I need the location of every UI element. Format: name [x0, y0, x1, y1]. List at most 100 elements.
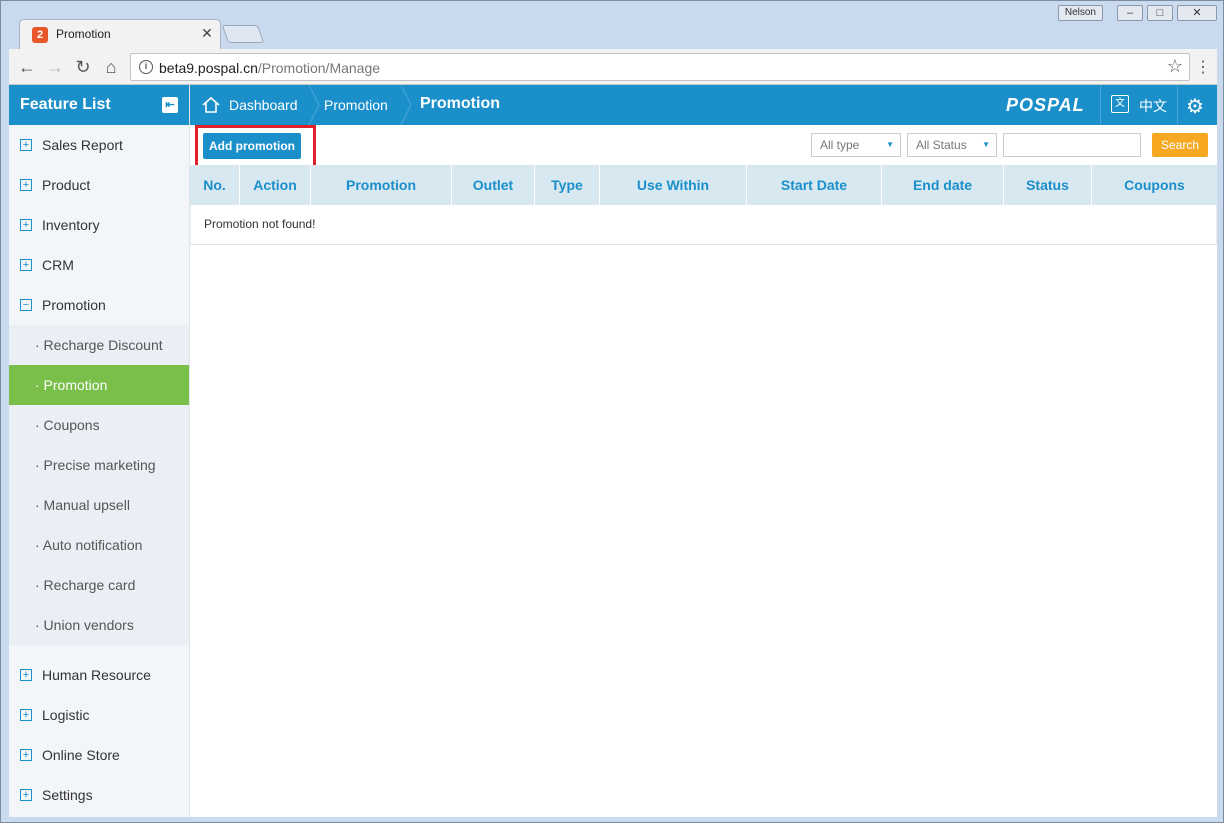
top-nav-bar: Dashboard Promotion Promotion POSPAL 文 中… — [190, 85, 1217, 125]
pospal-logo: POSPAL — [1006, 95, 1085, 115]
breadcrumb-dashboard[interactable]: Dashboard — [229, 97, 298, 113]
sidebar-item-label: CRM — [42, 257, 74, 273]
collapse-sidebar-icon[interactable]: ⇤ — [162, 97, 178, 113]
tab-close-icon[interactable]: ✕ — [198, 25, 216, 42]
type-filter-value: All type — [820, 138, 860, 152]
status-filter-value: All Status — [916, 138, 967, 152]
profile-badge[interactable]: Nelson — [1057, 5, 1103, 21]
close-window-button[interactable]: ✕ — [1177, 5, 1217, 21]
submenu-item-recharge-discount[interactable]: · Recharge Discount — [9, 325, 189, 365]
sidebar-item-settings[interactable]: + Settings — [9, 775, 189, 815]
sidebar-item-label: Inventory — [42, 217, 100, 233]
submenu-item-precise-marketing[interactable]: · Precise marketing — [9, 445, 189, 485]
title-bar: 2 Promotion ✕ Nelson – □ ✕ — [9, 1, 1217, 49]
sidebar-item-label: Promotion — [42, 297, 106, 313]
minimize-button[interactable]: – — [1117, 5, 1143, 21]
sidebar-item-product[interactable]: + Product — [9, 165, 189, 205]
plus-icon: + — [20, 669, 32, 681]
page-title: Promotion — [420, 95, 500, 112]
plus-icon: + — [20, 709, 32, 721]
type-filter-select[interactable]: All type ▼ — [811, 133, 901, 157]
browser-window: 2 Promotion ✕ Nelson – □ ✕ ← → ↻ ⌂ i bet… — [0, 0, 1224, 823]
submenu-item-label: · Union vendors — [35, 617, 134, 633]
window-controls: Nelson – □ ✕ — [1057, 5, 1217, 23]
tab-title: Promotion — [56, 27, 111, 41]
submenu-item-coupons[interactable]: · Coupons — [9, 405, 189, 445]
sidebar-spacer — [9, 645, 189, 655]
submenu-item-label: · Promotion — [35, 377, 108, 393]
empty-message: Promotion not found! — [204, 217, 316, 231]
submenu-item-manual-upsell[interactable]: · Manual upsell — [9, 485, 189, 525]
column-header: No. — [190, 165, 240, 205]
reload-icon[interactable]: ↻ — [71, 55, 95, 79]
browser-chrome: 2 Promotion ✕ Nelson – □ ✕ ← → ↻ ⌂ i bet… — [9, 1, 1217, 85]
column-header: Start Date — [747, 165, 882, 205]
sidebar-item-sales-report[interactable]: + Sales Report — [9, 125, 189, 165]
breadcrumb-separator — [400, 85, 412, 125]
sidebar-item-label: Product — [42, 177, 91, 193]
submenu-item-label: · Precise marketing — [35, 457, 156, 473]
submenu-item-recharge-card[interactable]: · Recharge card — [9, 565, 189, 605]
language-switch[interactable]: 文 中文 — [1100, 85, 1178, 125]
submenu-item-label: · Manual upsell — [35, 497, 130, 513]
address-bar[interactable]: i beta9.pospal.cn/Promotion/Manage ☆ — [130, 53, 1190, 81]
breadcrumb-promotion[interactable]: Promotion — [324, 97, 388, 113]
plus-icon: + — [20, 139, 32, 151]
info-icon[interactable]: i — [139, 60, 153, 74]
web-page: Feature List ⇤ + Sales Report + Product + I… — [9, 85, 1217, 817]
browser-menu-icon[interactable]: ⋮ — [1195, 57, 1211, 77]
home-button-icon[interactable]: ⌂ — [99, 55, 123, 79]
column-header: End date — [882, 165, 1004, 205]
submenu-item-label: · Recharge card — [35, 577, 136, 593]
sidebar-header: Feature List ⇤ — [9, 85, 189, 125]
sidebar-item-label: Human Resource — [42, 667, 151, 683]
sidebar-item-human-resource[interactable]: + Human Resource — [9, 655, 189, 695]
bookmark-star-icon[interactable]: ☆ — [1167, 56, 1183, 77]
status-filter-select[interactable]: All Status ▼ — [907, 133, 997, 157]
plus-icon: + — [20, 749, 32, 761]
browser-tab[interactable]: 2 Promotion ✕ — [19, 19, 221, 49]
add-promotion-button[interactable]: Add promotion — [203, 133, 301, 159]
plus-icon: + — [20, 259, 32, 271]
forward-arrow-icon[interactable]: → — [43, 55, 67, 79]
plus-icon: + — [20, 219, 32, 231]
submenu-item-auto-notification[interactable]: · Auto notification — [9, 525, 189, 565]
submenu-item-label: · Auto notification — [35, 537, 143, 553]
column-header: Promotion — [311, 165, 452, 205]
sidebar-item-label: Sales Report — [42, 137, 123, 153]
sidebar-item-crm[interactable]: + CRM — [9, 245, 189, 285]
search-input[interactable] — [1003, 133, 1141, 157]
column-header: Action — [240, 165, 311, 205]
table-header: No. Action Promotion Outlet Type Use Wit… — [190, 165, 1217, 205]
back-arrow-icon[interactable]: ← — [15, 55, 39, 79]
sidebar-item-label: Settings — [42, 787, 93, 803]
column-header: Status — [1004, 165, 1092, 205]
pospal-favicon-icon: 2 — [32, 27, 48, 43]
submenu-item-label: · Recharge Discount — [35, 337, 163, 353]
sidebar-item-logistic[interactable]: + Logistic — [9, 695, 189, 735]
browser-toolbar: ← → ↻ ⌂ i beta9.pospal.cn/Promotion/Mana… — [9, 49, 1217, 85]
sidebar-item-inventory[interactable]: + Inventory — [9, 205, 189, 245]
submenu-item-union-vendors[interactable]: · Union vendors — [9, 605, 189, 645]
new-tab-button[interactable] — [221, 25, 265, 43]
caret-down-icon: ▼ — [886, 140, 894, 149]
sidebar-item-label: Online Store — [42, 747, 120, 763]
column-header: Type — [535, 165, 600, 205]
language-label: 中文 — [1139, 98, 1167, 114]
promotion-submenu: · Recharge Discount · Promotion · Coupon… — [9, 325, 189, 645]
language-icon: 文 — [1111, 95, 1129, 113]
sidebar-item-online-store[interactable]: + Online Store — [9, 735, 189, 775]
column-header: Outlet — [452, 165, 535, 205]
column-header: Coupons — [1124, 177, 1185, 193]
maximize-button[interactable]: □ — [1147, 5, 1173, 21]
gear-icon[interactable]: ⚙ — [1186, 94, 1204, 119]
submenu-item-promotion[interactable]: · Promotion — [9, 365, 189, 405]
plus-icon: + — [20, 789, 32, 801]
table-empty-row: Promotion not found! — [190, 205, 1217, 245]
submenu-item-label: · Coupons — [35, 417, 100, 433]
search-button[interactable]: Search — [1152, 133, 1208, 157]
url-host: beta9.pospal.cn — [159, 60, 258, 76]
sidebar-item-promotion[interactable]: − Promotion — [9, 285, 189, 325]
main-content: Add promotion All type ▼ All Status ▼ Sear… — [190, 125, 1217, 817]
home-icon[interactable] — [201, 95, 221, 115]
